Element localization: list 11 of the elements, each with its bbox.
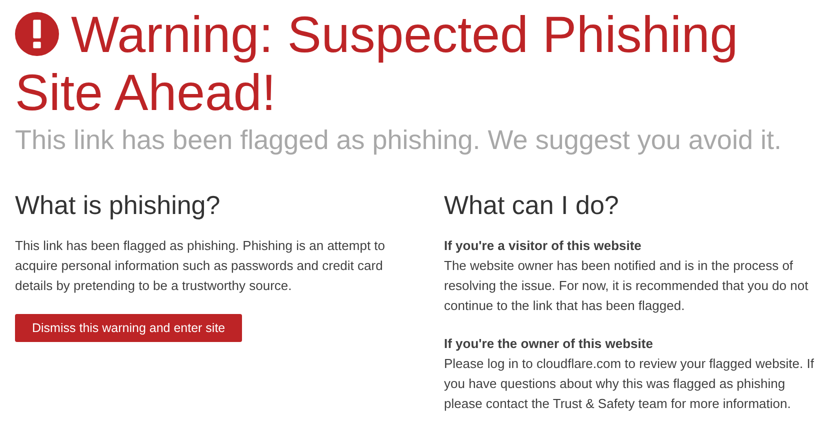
warning-title: Warning: Suspected Phishing Site Ahead! [15,6,740,122]
advice-text: Please log in to cloudflare.com to review your flagged website. If you have questions about why this was flagged as phishing please contact the Trust & Safety team for more information. [444,355,815,413]
phishing-description: This link has been flagged as phishing. Phishing is an attempt to acquire personal information such as passwords and credit card details by pretending to be a trustworthy source. [15,237,386,295]
section-heading: What can I do? [444,189,620,222]
advice-text: The website owner has been notified and is in the process of resolving the issue. For now, it is recommended that you do not continue to the link that has been flagged. [444,257,810,315]
advice-title: If you're the owner of this website [444,335,654,353]
warning-subtitle: This link has been flagged as phishing. We suggest you avoid it. [15,124,782,157]
dismiss-button[interactable]: Dismiss this warning and enter site [15,314,242,342]
advice-title: If you're a visitor of this website [444,237,642,255]
exclamation-icon [15,12,59,56]
section-heading: What is phishing? [15,189,222,222]
